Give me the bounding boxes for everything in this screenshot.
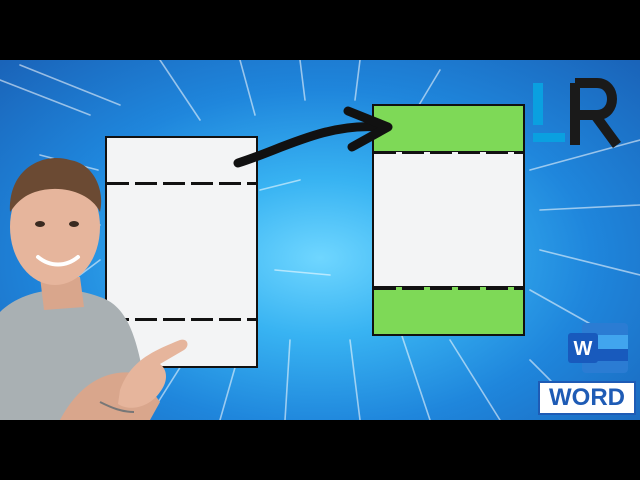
word-label: WORD bbox=[538, 381, 636, 415]
header-boundary-dashes bbox=[374, 151, 523, 154]
header-region bbox=[374, 106, 523, 152]
arrow-icon bbox=[233, 106, 393, 168]
thumbnail-canvas: W WORD bbox=[0, 60, 640, 420]
lr-logo-icon bbox=[533, 78, 622, 148]
presenter-photo bbox=[0, 157, 188, 420]
word-tile-icon: W bbox=[568, 323, 628, 373]
footer-region bbox=[374, 286, 523, 334]
word-tile-letter: W bbox=[574, 338, 593, 360]
word-logo-icon: W WORD bbox=[538, 323, 636, 415]
footer-boundary-dashes bbox=[374, 287, 523, 290]
